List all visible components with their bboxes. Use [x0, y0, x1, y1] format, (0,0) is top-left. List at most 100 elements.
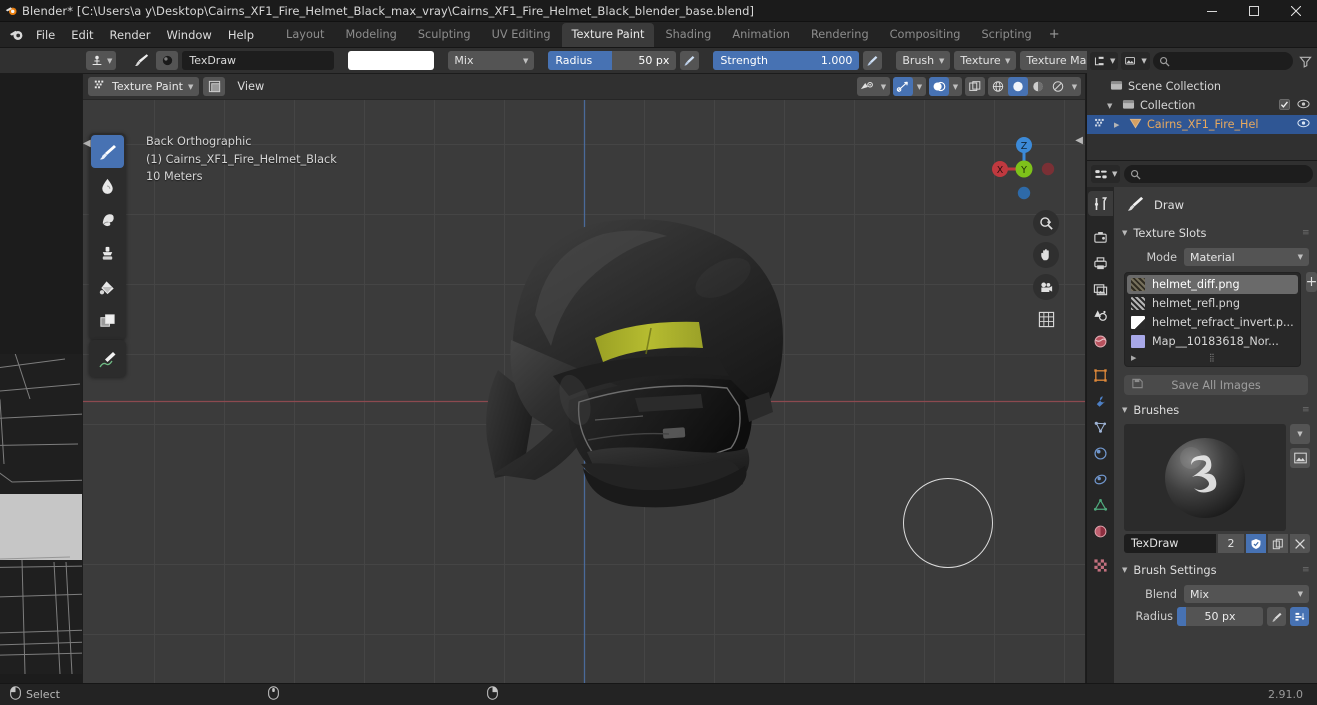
texture-slot-item[interactable]: helmet_refl.png [1127, 294, 1298, 313]
outliner-display-mode[interactable]: ▼ [1090, 52, 1119, 70]
tab-texture[interactable] [1088, 553, 1113, 578]
menu-help[interactable]: Help [220, 25, 262, 45]
tab-object-data[interactable] [1088, 493, 1113, 518]
tab-material[interactable] [1088, 519, 1113, 544]
resize-grip-icon[interactable]: ⣿ [1209, 353, 1216, 362]
tab-compositing[interactable]: Compositing [880, 23, 971, 47]
texture-slot-item[interactable]: helmet_diff.png [1127, 275, 1298, 294]
panel-header-brush-settings[interactable]: ▼ Brush Settings ≡ [1114, 559, 1317, 581]
blend-mode-dropdown[interactable]: Mix ▼ [448, 51, 535, 70]
eye-icon[interactable] [1297, 118, 1310, 131]
outliner-row-object[interactable]: ▶ Cairns_XF1_Fire_Hel [1087, 115, 1317, 134]
blender-menu-icon[interactable] [4, 27, 28, 42]
brush-popover[interactable]: Brush ▼ [896, 51, 951, 70]
tab-layout[interactable]: Layout [276, 23, 334, 47]
brush-blend-dropdown[interactable]: Mix ▼ [1184, 585, 1309, 603]
brush-users-count[interactable]: 2 [1218, 534, 1244, 553]
texture-slot-mode-dropdown[interactable]: Material ▼ [1184, 248, 1309, 266]
tool-mask[interactable] [91, 305, 124, 338]
chevron-down-icon[interactable]: ▼ [949, 83, 962, 91]
toggle-orthographic-button[interactable] [1033, 306, 1059, 332]
xray-toggle-icon[interactable] [965, 77, 985, 96]
outliner-row-scene-collection[interactable]: Scene Collection [1087, 77, 1317, 96]
tool-fill[interactable] [91, 271, 124, 304]
brush-list-dropdown-button[interactable]: ▼ [1290, 424, 1310, 444]
navigation-gizmo[interactable]: Z X Y [981, 126, 1067, 212]
chevron-down-icon[interactable]: ▼ [1068, 83, 1081, 91]
eye-icon[interactable] [1297, 99, 1310, 112]
outliner-filter-id-type[interactable]: ▼ [1121, 52, 1150, 70]
menu-window[interactable]: Window [158, 25, 219, 45]
add-texture-slot-button[interactable]: + [1305, 272, 1317, 292]
active-brush-row[interactable]: Draw [1114, 187, 1317, 222]
menu-render[interactable]: Render [102, 25, 159, 45]
outliner-search-input[interactable] [1152, 52, 1293, 70]
chevron-down-icon[interactable]: ▼ [877, 83, 890, 91]
shading-material-preview-button[interactable] [1028, 77, 1048, 96]
shading-solid-button[interactable] [1008, 77, 1028, 96]
menu-file[interactable]: File [28, 25, 63, 45]
save-all-images-button[interactable]: Save All Images [1124, 375, 1308, 395]
close-button[interactable] [1275, 0, 1317, 22]
tool-draw[interactable] [91, 135, 124, 168]
tab-physics[interactable] [1088, 441, 1113, 466]
overlays-toggle-icon[interactable] [929, 77, 949, 96]
outliner-row-collection[interactable]: ▼ Collection [1087, 96, 1317, 115]
brush-preview-image-button[interactable] [1290, 448, 1310, 468]
brush-preview[interactable] [1124, 424, 1286, 531]
texture-slot-item[interactable]: helmet_refract_invert.p... [1127, 313, 1298, 332]
interaction-mode-selector[interactable]: Texture Paint ▼ [88, 77, 200, 96]
chevron-down-icon[interactable]: ▼ [913, 83, 926, 91]
brush-name-field[interactable]: TexDraw [1124, 534, 1216, 553]
viewport-canvas[interactable]: Back Orthographic (1) Cairns_XF1_Fire_He… [83, 100, 1085, 683]
tab-object-constraints[interactable] [1088, 467, 1113, 492]
expand-triangle-icon[interactable]: ▶ [1131, 354, 1136, 362]
paint-mask-toggle[interactable] [203, 77, 226, 96]
texture-slot-list[interactable]: helmet_diff.png helmet_refl.png helmet_r… [1124, 272, 1301, 367]
tab-scripting[interactable]: Scripting [971, 23, 1041, 47]
texture-slot-item[interactable]: Map__10183618_Nor... [1127, 332, 1298, 351]
tab-animation[interactable]: Animation [722, 23, 800, 47]
shading-wireframe-button[interactable] [988, 77, 1008, 96]
strength-pressure-toggle[interactable] [863, 51, 883, 70]
camera-view-button[interactable] [1033, 274, 1059, 300]
maximize-button[interactable] [1233, 0, 1275, 22]
tab-modifiers[interactable] [1088, 389, 1113, 414]
object-visibility-icon[interactable] [857, 77, 877, 96]
brush-data-button[interactable] [156, 51, 179, 70]
menu-edit[interactable]: Edit [63, 25, 101, 45]
toolbar-collapse-arrow[interactable]: ◀ [83, 138, 91, 149]
tool-smear[interactable] [91, 203, 124, 236]
add-workspace-button[interactable]: + [1043, 25, 1066, 44]
radius-pressure-toggle[interactable] [680, 51, 700, 70]
zoom-view-button[interactable] [1033, 210, 1059, 236]
sidebar-expand-arrow[interactable]: ◀ [1075, 135, 1083, 146]
fake-user-toggle[interactable] [1246, 534, 1266, 553]
disclosure-triangle-icon[interactable]: ▼ [1107, 102, 1117, 110]
tab-render[interactable] [1088, 225, 1113, 250]
radius-pressure-toggle[interactable] [1267, 607, 1286, 626]
tab-texture-paint[interactable]: Texture Paint [561, 22, 655, 47]
tab-uv-editing[interactable]: UV Editing [482, 23, 561, 47]
collection-checkbox[interactable] [1279, 98, 1290, 113]
texture-popover[interactable]: Texture ▼ [954, 51, 1017, 70]
minimize-button[interactable] [1191, 0, 1233, 22]
tab-world[interactable] [1088, 329, 1113, 354]
tab-rendering[interactable]: Rendering [801, 23, 879, 47]
tool-preset-button[interactable]: ▼ [86, 51, 117, 70]
duplicate-brush-button[interactable] [1268, 534, 1288, 553]
tab-object[interactable] [1088, 363, 1113, 388]
radius-unit-toggle[interactable] [1290, 607, 1309, 626]
pan-view-button[interactable] [1033, 242, 1059, 268]
properties-editor-type-selector[interactable]: ▼ [1091, 165, 1121, 183]
panel-header-texture-slots[interactable]: ▼ Texture Slots ≡ [1114, 222, 1317, 244]
outliner-filter-icon[interactable] [1296, 52, 1315, 70]
tool-soften[interactable] [91, 169, 124, 202]
tab-view-layer[interactable] [1088, 277, 1113, 302]
gizmos-toggle-icon[interactable] [893, 77, 913, 96]
radius-slider[interactable]: Radius 50 px [548, 51, 677, 70]
shading-rendered-button[interactable] [1048, 77, 1068, 96]
brush-radius-slider[interactable]: 50 px [1177, 607, 1263, 626]
tab-tool[interactable] [1088, 191, 1113, 216]
disclosure-triangle-icon[interactable]: ▶ [1114, 121, 1124, 129]
